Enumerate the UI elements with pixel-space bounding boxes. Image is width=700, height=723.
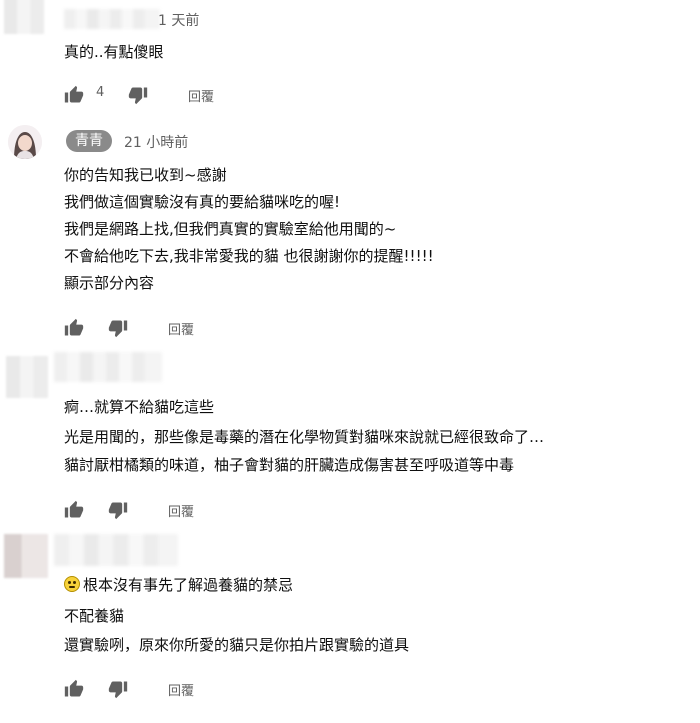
comment-3: 痾…就算不給貓吃這些 光是用聞的，那些像是毒藥的潛在化學物質對貓咪來說就已經很致…: [0, 350, 700, 530]
show-more-link[interactable]: 顯示部分內容: [64, 273, 154, 293]
comment-text-line: 你的告知我已收到~感謝: [64, 166, 227, 184]
dislike-button[interactable]: [106, 677, 130, 701]
dislike-button[interactable]: [126, 83, 150, 107]
comment-text-line: 我們是網路上找,但我們真實的實驗室給他用聞的~: [64, 220, 397, 238]
like-button[interactable]: [62, 83, 86, 107]
avatar[interactable]: [8, 125, 42, 159]
thumbs-down-icon: [108, 320, 128, 338]
author-name-blurred[interactable]: [54, 352, 162, 382]
author-chip[interactable]: 青青: [66, 130, 112, 152]
comment-timestamp[interactable]: 1 天前: [158, 10, 199, 30]
like-button[interactable]: [62, 498, 86, 522]
thumbs-up-icon: [64, 500, 84, 518]
comment-2: 青青 21 小時前 你的告知我已收到~感謝 我們做這個實驗沒有真的要給貓咪吃的喔…: [0, 115, 700, 350]
comment-text-line: 不會給他吃下去,我非常愛我的貓 也很謝謝你的提醒!!!!!: [64, 247, 434, 265]
thumbs-up-icon: [64, 318, 84, 336]
face-emoji-icon: [64, 576, 80, 592]
comment-text-line: 根本沒有事先了解過養貓的禁忌: [64, 575, 293, 595]
comment-text-line: 真的..有點傻眼: [64, 43, 164, 61]
profile-photo-icon: [8, 125, 42, 159]
thumbs-up-icon: [64, 679, 84, 697]
comment-timestamp[interactable]: 21 小時前: [124, 132, 188, 152]
avatar[interactable]: [4, 534, 48, 578]
comment-1: 1 天前 真的..有點傻眼 4 回覆: [0, 0, 700, 115]
reply-button[interactable]: 回覆: [188, 86, 214, 105]
like-button[interactable]: [62, 316, 86, 340]
comment-actions: 回覆: [62, 677, 302, 701]
thumbs-down-icon: [108, 502, 128, 520]
dislike-button[interactable]: [106, 316, 130, 340]
comment-text-line: 貓討厭柑橘類的味道，柚子會對貓的肝臟造成傷害甚至呼吸道等中毒: [64, 456, 515, 474]
comment-text-line: 痾…就算不給貓吃這些: [64, 398, 215, 416]
thumbs-down-icon: [128, 87, 148, 105]
avatar[interactable]: [4, 0, 44, 34]
reply-button[interactable]: 回覆: [168, 501, 194, 520]
comment-actions: 回覆: [62, 498, 302, 522]
comment-actions: 回覆: [62, 316, 302, 340]
dislike-button[interactable]: [106, 498, 130, 522]
like-button[interactable]: [62, 677, 86, 701]
avatar[interactable]: [6, 356, 48, 398]
comment-text-line: 光是用聞的，那些像是毒藥的潛在化學物質對貓咪來說就已經很致命了…: [64, 428, 545, 446]
comment-text-line: 我們做這個實驗沒有真的要給貓咪吃的喔!: [64, 193, 341, 211]
comment-actions: 4 回覆: [62, 83, 302, 107]
comment-4: 根本沒有事先了解過養貓的禁忌 不配養貓 還實驗咧，原來你所愛的貓只是你拍片跟實驗…: [0, 530, 700, 723]
reply-button[interactable]: 回覆: [168, 319, 194, 338]
like-count: 4: [96, 85, 105, 100]
author-name-blurred[interactable]: [64, 9, 160, 29]
comment-text-line: 還實驗咧，原來你所愛的貓只是你拍片跟實驗的道具: [64, 636, 410, 654]
thumbs-up-icon: [64, 85, 84, 103]
thumbs-down-icon: [108, 681, 128, 699]
comment-text-line: 不配養貓: [64, 607, 125, 625]
reply-button[interactable]: 回覆: [168, 680, 194, 699]
author-name-blurred[interactable]: [54, 534, 178, 566]
